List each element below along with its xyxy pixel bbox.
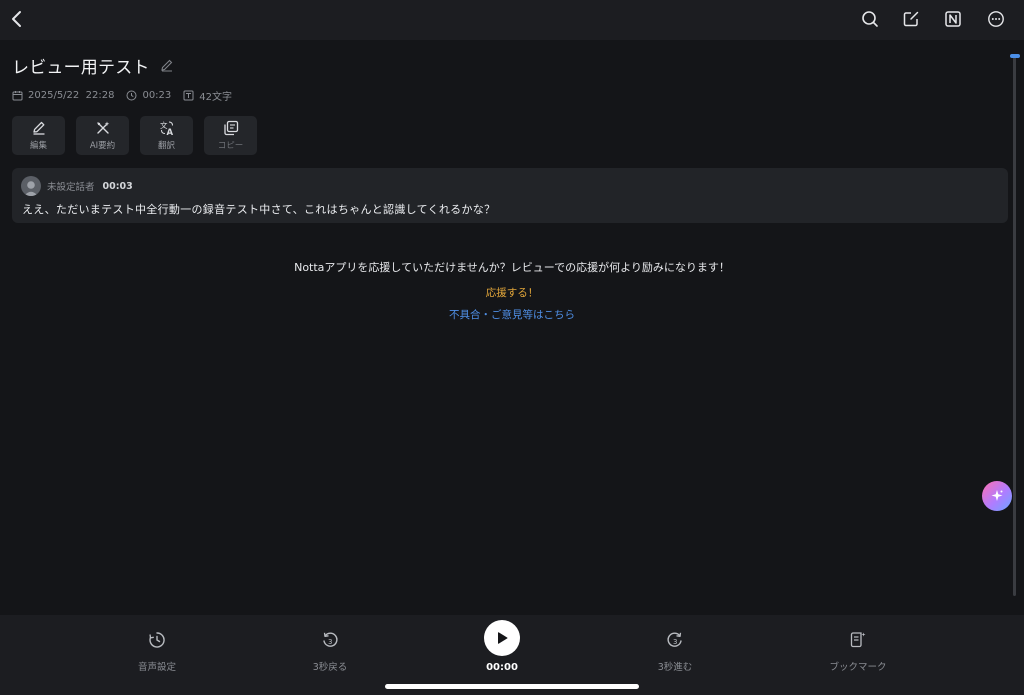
play-button[interactable] [484, 620, 520, 656]
cheer-link[interactable]: 応援する！ [0, 285, 1024, 300]
export-button[interactable] [900, 8, 922, 30]
meta-duration-text: 00:23 [142, 89, 172, 101]
forward-icon: 3 [667, 632, 682, 647]
scrollbar-track[interactable] [1013, 56, 1016, 596]
forward-icon-digit: 3 [673, 638, 677, 646]
ai-assistant-button[interactable] [982, 481, 1012, 511]
translate-icon: 文 A [160, 120, 174, 136]
bookmark-button[interactable]: ブックマーク [808, 631, 908, 673]
translate-button-label: 翻訳 [157, 141, 175, 151]
sparkle-icon [991, 490, 1003, 501]
search-icon [862, 11, 878, 27]
edit-icon [32, 121, 44, 135]
clock-icon [126, 90, 137, 100]
speaker-avatar[interactable] [21, 176, 41, 196]
translate-button[interactable]: 文 A 翻訳 [140, 116, 193, 155]
playback-time: 00:00 [486, 662, 518, 673]
meta-date-text: 2025/5/22 22:28 [28, 89, 115, 101]
speaker-name[interactable]: 未設定話者 [47, 179, 95, 193]
play-icon [498, 632, 508, 644]
note-meta: 2025/5/22 22:28 00:23 42文字 [12, 87, 244, 103]
play-control: 00:00 [462, 620, 542, 673]
notion-icon [945, 11, 961, 27]
text-count-icon [183, 90, 194, 100]
ai-summary-button[interactable]: AI要約 [76, 116, 129, 155]
back-button[interactable] [6, 6, 28, 32]
transcript-text[interactable]: ええ、ただいまテスト中全行動一の録音テスト中さて、これはちゃんと認識してくれるか… [22, 201, 495, 217]
audio-settings-icon [149, 632, 165, 648]
audio-settings-button[interactable]: 音声設定 [107, 631, 207, 673]
player-bar: 音声設定 3 3秒戻る 00:00 3 3秒進む ブックマーク [0, 615, 1024, 695]
action-buttons: 編集 AI要約 文 A 翻訳 コピー [12, 116, 257, 155]
review-prompt: Nottaアプリを応援していただけませんか？レビューでの応援が何より励みになりま… [294, 261, 730, 274]
ai-summary-icon [96, 121, 109, 134]
feedback-link[interactable]: 不具合・ご意見等はこちら [0, 307, 1024, 322]
rewind-icon-digit: 3 [328, 638, 332, 646]
note-title: レビュー用テスト [12, 57, 150, 78]
forward-label: 3秒進む [657, 662, 693, 673]
more-button[interactable] [985, 8, 1007, 30]
audio-settings-label: 音声設定 [137, 662, 176, 673]
meta-date: 2025/5/22 22:28 [12, 90, 114, 101]
meta-char-count: 42文字 [183, 88, 232, 103]
copy-icon [223, 120, 238, 136]
edit-title-icon[interactable] [160, 58, 174, 72]
rewind-3s-button[interactable]: 3 3秒戻る [280, 631, 380, 673]
more-icon [988, 11, 1004, 27]
notion-button[interactable] [942, 8, 964, 30]
back-icon [12, 11, 21, 27]
share-export-icon [903, 11, 919, 27]
home-indicator[interactable] [385, 684, 639, 689]
user-icon [24, 181, 38, 196]
bookmark-icon [850, 632, 866, 648]
ai-summary-button-label: AI要約 [89, 141, 116, 151]
meta-char-count-text: 42文字 [199, 91, 233, 103]
bookmark-label: ブックマーク [829, 662, 887, 673]
copy-button[interactable]: コピー [204, 116, 257, 155]
forward-3s-button[interactable]: 3 3秒進む [625, 631, 725, 673]
search-button[interactable] [859, 8, 881, 30]
scrollbar-thumb[interactable] [1010, 54, 1020, 58]
rewind-label: 3秒戻る [312, 662, 348, 673]
calendar-icon [12, 90, 23, 100]
transcript-segment[interactable]: 未設定話者 00:03 ええ、ただいまテスト中全行動一の録音テスト中さて、これは… [12, 168, 1008, 223]
segment-time[interactable]: 00:03 [103, 181, 133, 192]
edit-button-label: 編集 [29, 141, 47, 151]
rewind-icon: 3 [323, 632, 338, 647]
svg-text:A: A [166, 128, 173, 136]
meta-duration: 00:23 [126, 90, 171, 101]
feedback-link-label[interactable]: 不具合・ご意見等はこちら [449, 309, 575, 321]
title-row: レビュー用テスト [12, 52, 174, 78]
top-bar [0, 0, 1024, 40]
edit-button[interactable]: 編集 [12, 116, 65, 155]
copy-button-label: コピー [217, 141, 244, 151]
cheer-link-label[interactable]: 応援する！ [486, 287, 539, 299]
speaker-row: 未設定話者 00:03 [21, 176, 133, 196]
